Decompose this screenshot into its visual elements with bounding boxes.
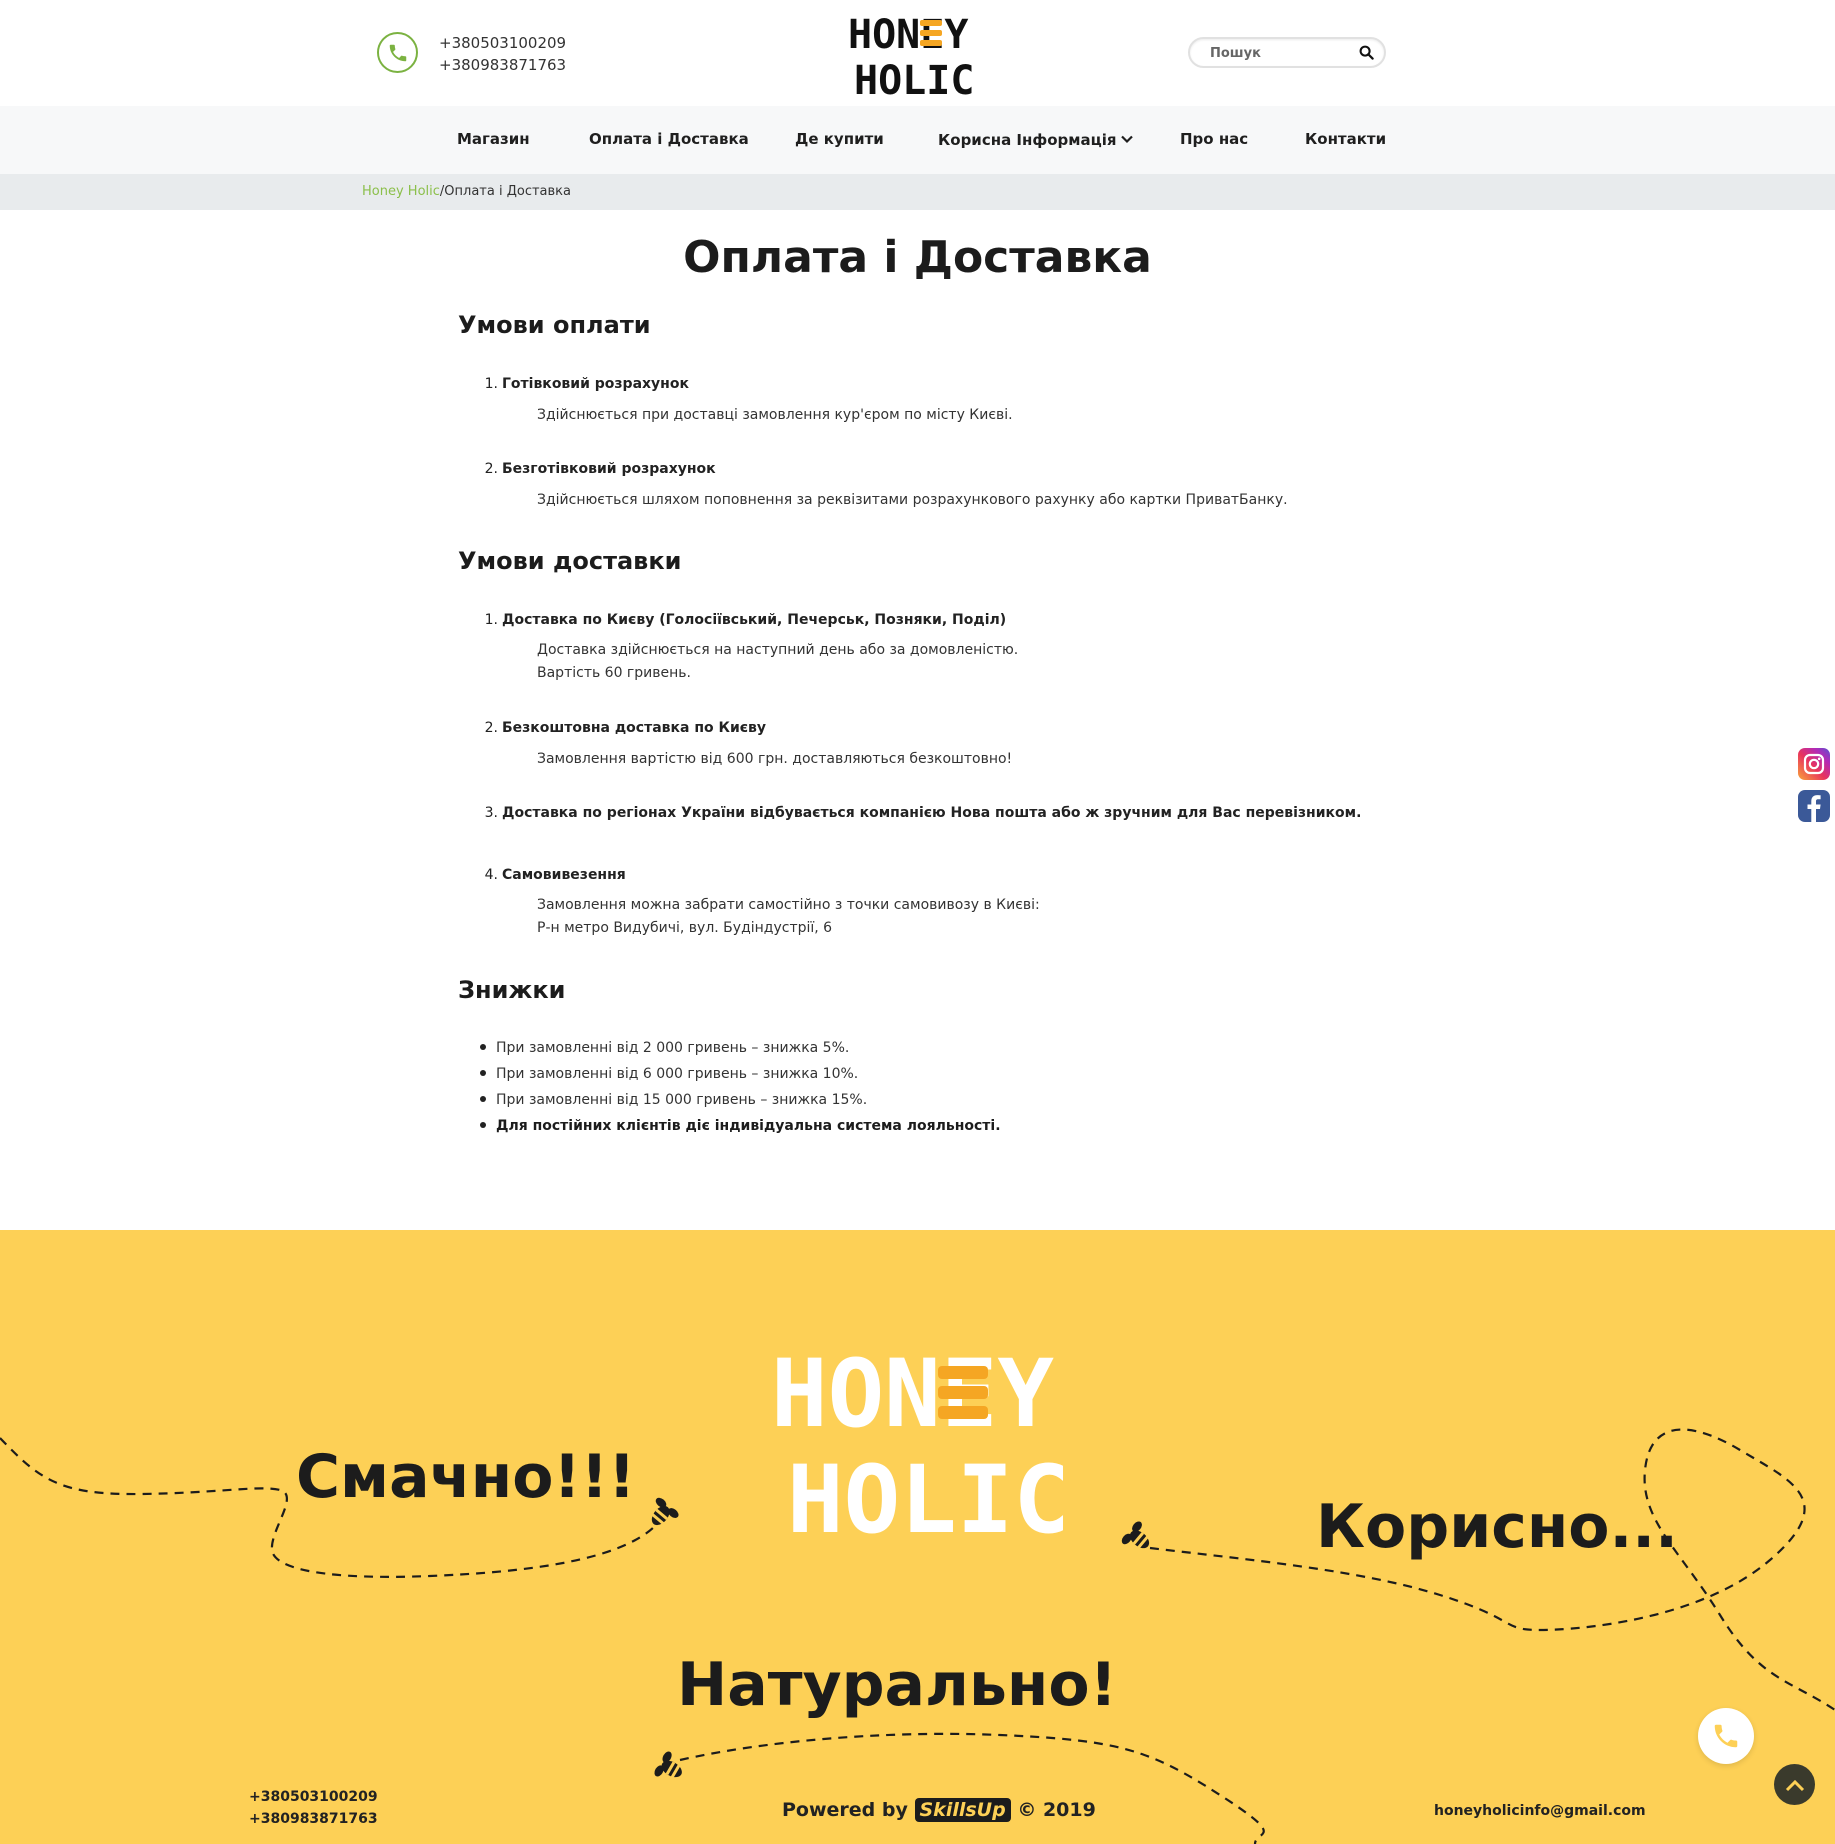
- discount-item-loyalty: Для постійних клієнтів діє індивідуальна…: [480, 1118, 1001, 1134]
- footer-logo-bottom: HOLIC: [787, 1446, 1063, 1540]
- delivery-item-free: 2. Безкоштовна доставка по Києву: [484, 720, 767, 736]
- discount-item: При замовленні від 6 000 гривень – знижк…: [480, 1066, 858, 1082]
- breadcrumb-home-link[interactable]: Honey Holic: [362, 184, 440, 199]
- breadcrumb-current: Оплата і Доставка: [444, 184, 571, 199]
- powered-by: Powered by SkillsUp © 2019: [782, 1798, 1096, 1822]
- nav-item-about[interactable]: Про нас: [1180, 130, 1248, 148]
- bee-icon: [654, 1751, 682, 1779]
- nav-item-payment-delivery[interactable]: Оплата і Доставка: [589, 130, 749, 148]
- search-box[interactable]: [1188, 37, 1386, 68]
- skillsup-link[interactable]: SkillsUp: [914, 1798, 1011, 1822]
- nav-item-shop[interactable]: Магазин: [457, 130, 530, 148]
- payment-item-cashless-desc: Здійснюється шляхом поповнення за реквіз…: [537, 492, 1288, 508]
- footer-phone-1[interactable]: +380503100209: [249, 1786, 378, 1808]
- discount-item: При замовленні від 2 000 гривень – знижк…: [480, 1040, 849, 1056]
- delivery-heading: Умови доставки: [458, 547, 682, 575]
- footer-phone-2[interactable]: +380983871763: [249, 1808, 378, 1830]
- scroll-to-top-button[interactable]: [1774, 1764, 1815, 1805]
- header-phone-2[interactable]: +380983871763: [439, 54, 566, 76]
- arrow-up-icon: [1785, 1779, 1804, 1791]
- logo-text-top: HONEY: [848, 12, 968, 58]
- footer-email[interactable]: honeyholicinfo@gmail.com: [1434, 1803, 1646, 1819]
- delivery-item-kyiv-desc: Доставка здійснюється на наступний день …: [537, 642, 1019, 681]
- footer: HONEY HOLIC Смачно!!! Корисно... Натурал…: [0, 1230, 1835, 1844]
- header-phones: +380503100209 +380983871763: [439, 32, 566, 76]
- footer-logo-top: HONEY: [771, 1340, 1054, 1449]
- callback-button[interactable]: [1698, 1708, 1754, 1764]
- payment-item-cash-desc: Здійснюється при доставці замовлення кур…: [537, 407, 1013, 423]
- breadcrumb: Honey Holic/Оплата і Доставка: [0, 174, 1835, 210]
- bee-icon: [1121, 1521, 1150, 1549]
- logo[interactable]: HONEY HOLIC: [848, 10, 986, 98]
- delivery-item-regions: 3. Доставка по регіонах України відбуваєт…: [484, 805, 1362, 821]
- discounts-heading: Знижки: [458, 976, 566, 1004]
- main-nav: Магазин Оплата і Доставка Де купити Кори…: [0, 106, 1835, 174]
- phone-icon: [1714, 1724, 1738, 1748]
- payment-item-cash: 1. Готівковий розрахунок: [484, 376, 689, 392]
- nav-item-where-to-buy[interactable]: Де купити: [795, 130, 884, 148]
- discount-item: При замовленні від 15 000 гривень – зниж…: [480, 1092, 867, 1108]
- footer-phones: +380503100209 +380983871763: [249, 1786, 378, 1830]
- search-icon[interactable]: [1359, 45, 1374, 64]
- slogan-healthy: Корисно...: [1316, 1492, 1678, 1562]
- instagram-icon[interactable]: [1798, 748, 1830, 780]
- footer-logo: HONEY HOLIC: [771, 1340, 1063, 1540]
- header: +380503100209 +380983871763 HONEY HOLIC: [0, 0, 1835, 106]
- bee-icon: [651, 1497, 679, 1526]
- chevron-down-icon: [1120, 130, 1133, 148]
- slogan-tasty: Смачно!!!: [296, 1442, 636, 1512]
- delivery-item-pickup: 4. Самовивезення: [484, 867, 626, 883]
- search-input[interactable]: [1210, 44, 1350, 62]
- slogan-natural: Натурально!: [677, 1650, 1117, 1720]
- payment-item-cashless: 2. Безготівковий розрахунок: [484, 461, 716, 477]
- delivery-item-kyiv: 1. Доставка по Києву (Голосіївський, Пече…: [484, 612, 1007, 628]
- header-phone-1[interactable]: +380503100209: [439, 32, 566, 54]
- nav-item-contacts[interactable]: Контакти: [1305, 130, 1386, 148]
- nav-item-useful-info[interactable]: Корисна Інформація: [938, 130, 1133, 149]
- nav-item-useful-info-label: Корисна Інформація: [938, 131, 1117, 149]
- payment-heading: Умови оплати: [458, 311, 651, 339]
- facebook-icon[interactable]: [1798, 790, 1830, 822]
- logo-text-bottom: HOLIC: [854, 58, 974, 98]
- page-title: Оплата і Доставка: [683, 232, 1152, 283]
- phone-icon: [377, 32, 418, 73]
- delivery-item-free-desc: Замовлення вартістю від 600 грн. доставл…: [537, 751, 1013, 767]
- delivery-item-pickup-desc: Замовлення можна забрати самостійно з то…: [537, 897, 1040, 936]
